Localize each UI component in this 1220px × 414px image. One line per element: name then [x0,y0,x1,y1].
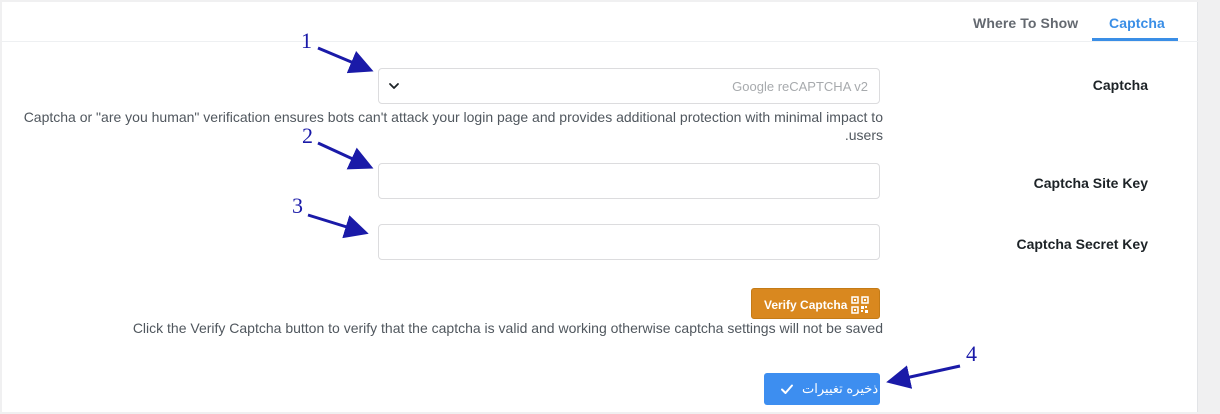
secret-key-input[interactable] [378,224,880,260]
checkmark-icon [781,384,793,394]
annotation-number-2: 2 [302,123,313,148]
captcha-help-line-1: Captcha or "are you human" verification … [23,109,883,125]
captcha-type-select[interactable]: Google reCAPTCHA v2 [378,68,880,104]
captcha-help-line-2: .users [844,127,883,143]
annotation-number-1: 1 [301,28,312,53]
scrollbar-track[interactable] [1198,0,1220,414]
verify-help-text: Click the Verify Captcha button to verif… [132,320,883,336]
tab-bar: Where To Show Captcha [2,2,1198,42]
verify-captcha-button[interactable]: Verify Captcha [751,288,880,319]
save-changes-label: ذخیره تغییرات [802,381,879,396]
annotation-number-3: 3 [292,193,303,218]
tab-captcha[interactable]: Captcha [1109,15,1165,31]
captcha-type-value: Google reCAPTCHA v2 [732,79,868,94]
qr-code-icon [851,296,869,314]
annotation-number-4: 4 [966,341,977,366]
save-changes-button[interactable]: ذخیره تغییرات [764,373,880,405]
captcha-help-text: Captcha or "are you human" verification … [24,108,883,144]
chevron-down-icon [389,83,399,89]
secret-key-label: Captcha Secret Key [1016,236,1148,252]
site-key-label: Captcha Site Key [1033,175,1148,191]
settings-panel: Where To Show Captcha Captcha Google reC… [2,2,1198,412]
tab-where-to-show[interactable]: Where To Show [973,15,1078,31]
site-key-input[interactable] [378,163,880,199]
verify-captcha-label: Verify Captcha [764,298,848,312]
captcha-label: Captcha [1092,77,1148,93]
active-tab-indicator [1092,38,1178,41]
